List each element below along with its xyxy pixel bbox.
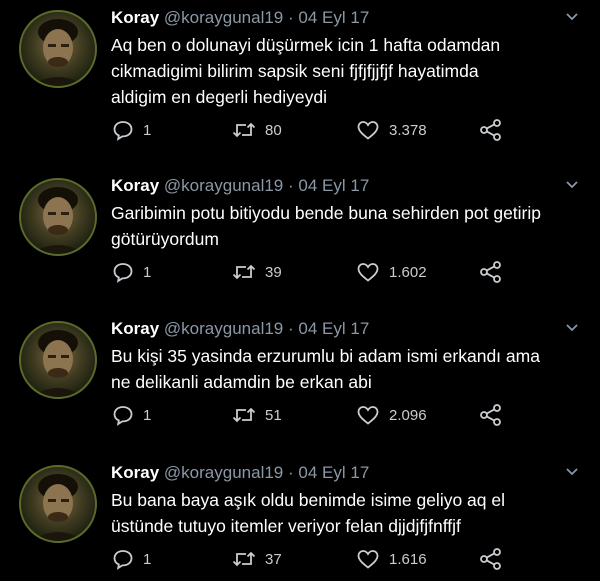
chevron-down-icon[interactable] xyxy=(563,8,581,26)
retweet-count: 51 xyxy=(265,406,282,424)
retweet-count: 80 xyxy=(265,121,282,139)
chevron-down-icon[interactable] xyxy=(563,463,581,481)
like-count: 2.096 xyxy=(389,406,427,424)
tweet-text-line: Bu kişi 35 yasinda erzurumlu bi adam ism… xyxy=(111,346,540,366)
separator: · xyxy=(288,319,294,338)
tweet-header: Koray @koraygunal19 · 04 Eyl 17 xyxy=(111,174,581,198)
tweet-text: Garibimin potu bitiyodu bende buna sehir… xyxy=(111,200,581,252)
reply-button[interactable]: 1 xyxy=(111,545,151,573)
tweet-date[interactable]: 04 Eyl 17 xyxy=(298,463,369,482)
retweet-button[interactable]: 39 xyxy=(231,258,282,286)
like-count: 1.602 xyxy=(389,263,427,281)
tweet-text: Aq ben o dolunayi düşürmek icin 1 hafta … xyxy=(111,32,581,110)
tweet-feed: Koray @koraygunal19 · 04 Eyl 17 Aq ben o… xyxy=(0,0,600,581)
like-button[interactable]: 3.378 xyxy=(355,116,427,144)
display-name[interactable]: Koray xyxy=(111,319,159,338)
retweet-button[interactable]: 80 xyxy=(231,116,282,144)
share-icon xyxy=(480,119,501,141)
chevron-down-icon[interactable] xyxy=(563,176,581,194)
reply-icon xyxy=(113,263,133,283)
chevron-down-icon[interactable] xyxy=(563,319,581,337)
reply-icon xyxy=(113,550,133,570)
tweet-text-line: Bu bana baya aşık oldu benimde isime gel… xyxy=(111,490,505,510)
like-button[interactable]: 1.616 xyxy=(355,545,427,573)
reply-icon xyxy=(113,406,133,426)
avatar[interactable] xyxy=(19,10,97,88)
user-handle[interactable]: @koraygunal19 xyxy=(164,463,283,482)
heart-icon xyxy=(357,406,379,425)
like-count: 1.616 xyxy=(389,550,427,568)
tweet-actions: 1 39 1.602 xyxy=(111,258,581,286)
reply-button[interactable]: 1 xyxy=(111,258,151,286)
reply-button[interactable]: 1 xyxy=(111,401,151,429)
separator: · xyxy=(288,8,294,27)
tweet-text: Bu kişi 35 yasinda erzurumlu bi adam ism… xyxy=(111,343,581,395)
retweet-icon xyxy=(232,407,256,423)
share-icon xyxy=(480,548,501,570)
display-name[interactable]: Koray xyxy=(111,463,159,482)
tweet-actions: 1 51 2.096 xyxy=(111,401,581,429)
tweet-actions: 1 80 3.378 xyxy=(111,116,581,144)
reply-count: 1 xyxy=(143,406,152,424)
display-name[interactable]: Koray xyxy=(111,176,159,195)
tweet-text-line: üstünde tutuyo itemler veriyor felan djj… xyxy=(111,516,461,536)
separator: · xyxy=(288,176,294,195)
tweet-text: Bu bana baya aşık oldu benimde isime gel… xyxy=(111,487,581,539)
avatar[interactable] xyxy=(19,321,97,399)
separator: · xyxy=(288,463,294,482)
retweet-icon xyxy=(232,264,256,280)
like-button[interactable]: 2.096 xyxy=(355,401,427,429)
tweet-actions: 1 37 1.616 xyxy=(111,545,581,573)
retweet-button[interactable]: 51 xyxy=(231,401,282,429)
tweet-text-line: Aq ben o dolunayi düşürmek icin 1 hafta … xyxy=(111,35,501,55)
reply-icon xyxy=(113,121,133,141)
tweet-header: Koray @koraygunal19 · 04 Eyl 17 xyxy=(111,6,581,30)
tweet-text-line: aldigim en degerli hediyeydi xyxy=(111,87,327,107)
like-count: 3.378 xyxy=(389,121,427,139)
share-button[interactable] xyxy=(478,116,504,144)
share-icon xyxy=(480,261,501,283)
reply-button[interactable]: 1 xyxy=(111,116,151,144)
retweet-count: 37 xyxy=(265,550,282,568)
tweet-text-line: cikmadigimi bilirim sapsik seni fjfjfjjf… xyxy=(111,61,479,81)
avatar[interactable] xyxy=(19,178,97,256)
tweet-header: Koray @koraygunal19 · 04 Eyl 17 xyxy=(111,317,581,341)
user-handle[interactable]: @koraygunal19 xyxy=(164,8,283,27)
heart-icon xyxy=(357,550,379,569)
like-button[interactable]: 1.602 xyxy=(355,258,427,286)
heart-icon xyxy=(357,263,379,282)
retweet-button[interactable]: 37 xyxy=(231,545,282,573)
reply-count: 1 xyxy=(143,263,152,281)
share-button[interactable] xyxy=(478,545,504,573)
tweet-text-line: Garibimin potu bitiyodu bende buna sehir… xyxy=(111,203,542,223)
share-button[interactable] xyxy=(478,258,504,286)
reply-count: 1 xyxy=(143,550,152,568)
retweet-count: 39 xyxy=(265,263,282,281)
avatar[interactable] xyxy=(19,465,97,543)
tweet-text-line: götürüyordum xyxy=(111,229,219,249)
heart-icon xyxy=(357,121,379,140)
tweet-text-line: ne delikanli adamdin be erkan abi xyxy=(111,372,372,392)
retweet-icon xyxy=(232,122,256,138)
tweet-date[interactable]: 04 Eyl 17 xyxy=(298,8,369,27)
share-button[interactable] xyxy=(478,401,504,429)
display-name[interactable]: Koray xyxy=(111,8,159,27)
share-icon xyxy=(480,404,501,426)
tweet-date[interactable]: 04 Eyl 17 xyxy=(298,176,369,195)
tweet-date[interactable]: 04 Eyl 17 xyxy=(298,319,369,338)
user-handle[interactable]: @koraygunal19 xyxy=(164,176,283,195)
user-handle[interactable]: @koraygunal19 xyxy=(164,319,283,338)
tweet-header: Koray @koraygunal19 · 04 Eyl 17 xyxy=(111,461,581,485)
reply-count: 1 xyxy=(143,121,152,139)
retweet-icon xyxy=(232,551,256,567)
